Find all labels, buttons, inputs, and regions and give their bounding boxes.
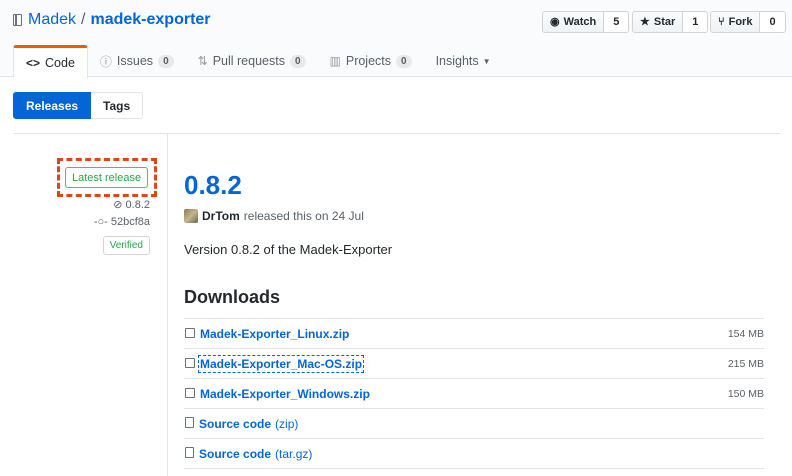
fork-label: Fork [728, 16, 753, 28]
star-label: Star [653, 16, 676, 28]
asset-link[interactable]: Madek-Exporter_Windows.zip [200, 387, 370, 401]
asset-link[interactable]: Madek-Exporter_Linux.zip [200, 327, 349, 341]
asset-size: 215 MB [727, 357, 764, 370]
latest-release-badge: Latest release [65, 167, 149, 188]
fork-icon: ⑂ [718, 15, 725, 28]
source-label: Source code [199, 446, 272, 461]
fork-count[interactable]: 0 [760, 11, 786, 33]
fork-group: ⑂ Fork 0 [710, 11, 786, 33]
issue-icon: ⓘ [99, 54, 112, 69]
tab-insights[interactable]: Insights ▼ [424, 45, 503, 77]
watch-group: ◉ Watch 5 [542, 11, 630, 33]
source-targz-link[interactable]: Source code (tar.gz) [199, 447, 312, 461]
asset-row: Madek-Exporter_Mac-OS.zip 215 MB [184, 349, 764, 379]
package-icon [185, 327, 195, 338]
file-zip-icon [185, 447, 194, 458]
tab-label: Issues [116, 54, 154, 68]
tab-counter: 0 [396, 54, 412, 68]
source-zip-link[interactable]: Source code (zip) [199, 417, 298, 431]
tags-tab[interactable]: Tags [91, 92, 144, 119]
release-meta: Latest release ⊘ 0.8.2 -○- 52bcf8a Verif… [13, 134, 168, 476]
asset-link[interactable]: Madek-Exporter_Mac-OS.zip [197, 354, 365, 373]
tag-icon: ⊘ [113, 199, 126, 211]
tab-counter: 0 [289, 54, 306, 68]
source-kind: (zip) [275, 416, 299, 431]
repo-tabs: <> Code ⓘ Issues 0 ⇅ Pull requests 0 ▥ P… [13, 45, 503, 78]
watch-count[interactable]: 5 [604, 11, 630, 33]
pull-request-icon: ⇅ [197, 54, 208, 68]
release-title[interactable]: 0.8.2 [184, 170, 242, 201]
commit-label: 52bcf8a [110, 216, 150, 228]
package-icon [185, 387, 195, 398]
tag-label: 0.8.2 [125, 199, 150, 211]
fork-button[interactable]: ⑂ Fork [710, 11, 761, 33]
asset-row: Madek-Exporter_Windows.zip 150 MB [184, 379, 764, 409]
release-subnav: Releases Tags [13, 92, 144, 119]
tab-label: Code [45, 56, 75, 70]
tab-label: Projects [345, 54, 392, 68]
asset-size: 150 MB [727, 387, 764, 400]
source-label: Source code [199, 416, 272, 431]
package-icon [185, 357, 195, 368]
watch-label: Watch [563, 16, 597, 28]
source-kind: (tar.gz) [275, 446, 313, 461]
tab-issues[interactable]: ⓘ Issues 0 [88, 45, 186, 77]
asset-size: 154 MB [727, 327, 764, 340]
release-description: Version 0.8.2 of the Madek-Exporter [184, 242, 393, 257]
annotation-highlight: Latest release [57, 158, 157, 197]
downloads-heading: Downloads [184, 287, 281, 307]
owner-link[interactable]: Madek [28, 11, 76, 29]
caret-down-icon: ▼ [482, 56, 491, 66]
tab-label: Insights [435, 54, 479, 68]
avatar[interactable] [184, 209, 198, 223]
repo-title: Madek / madek-exporter [13, 11, 211, 29]
source-row: Source code (zip) [184, 409, 764, 439]
repo-link[interactable]: madek-exporter [90, 11, 210, 29]
asset-row: Madek-Exporter_Linux.zip 154 MB [184, 319, 764, 349]
tab-code[interactable]: <> Code [13, 45, 88, 78]
path-separator: / [81, 11, 86, 28]
code-icon: <> [26, 56, 41, 70]
tab-counter: 0 [158, 54, 174, 68]
author-link[interactable]: DrTom [202, 209, 240, 223]
source-row: Source code (tar.gz) [184, 439, 764, 469]
release-tag[interactable]: ⊘ 0.8.2 [113, 198, 150, 211]
verified-badge[interactable]: Verified [102, 236, 150, 255]
eye-icon: ◉ [550, 15, 560, 28]
star-group: ★ Star 1 [632, 11, 709, 33]
tab-pull-requests[interactable]: ⇅ Pull requests 0 [186, 45, 318, 77]
commit-icon: -○- [93, 216, 111, 228]
project-icon: ▥ [329, 54, 341, 68]
releases-tab[interactable]: Releases [13, 92, 92, 119]
star-count[interactable]: 1 [683, 11, 709, 33]
repo-icon [13, 14, 22, 26]
star-button[interactable]: ★ Star [632, 11, 684, 33]
tab-label: Pull requests [212, 54, 285, 68]
file-zip-icon [185, 417, 194, 428]
release-commit[interactable]: -○- 52bcf8a [94, 216, 150, 228]
release-byline: DrTom released this on 24 Jul [184, 209, 364, 223]
watch-button[interactable]: ◉ Watch [542, 11, 605, 33]
star-icon: ★ [640, 15, 650, 28]
repo-header: Madek / madek-exporter ◉ Watch 5 ★ Star 1 … [0, 0, 792, 78]
tab-projects[interactable]: ▥ Projects 0 [318, 45, 424, 77]
released-text: released this on 24 Jul [243, 209, 364, 223]
